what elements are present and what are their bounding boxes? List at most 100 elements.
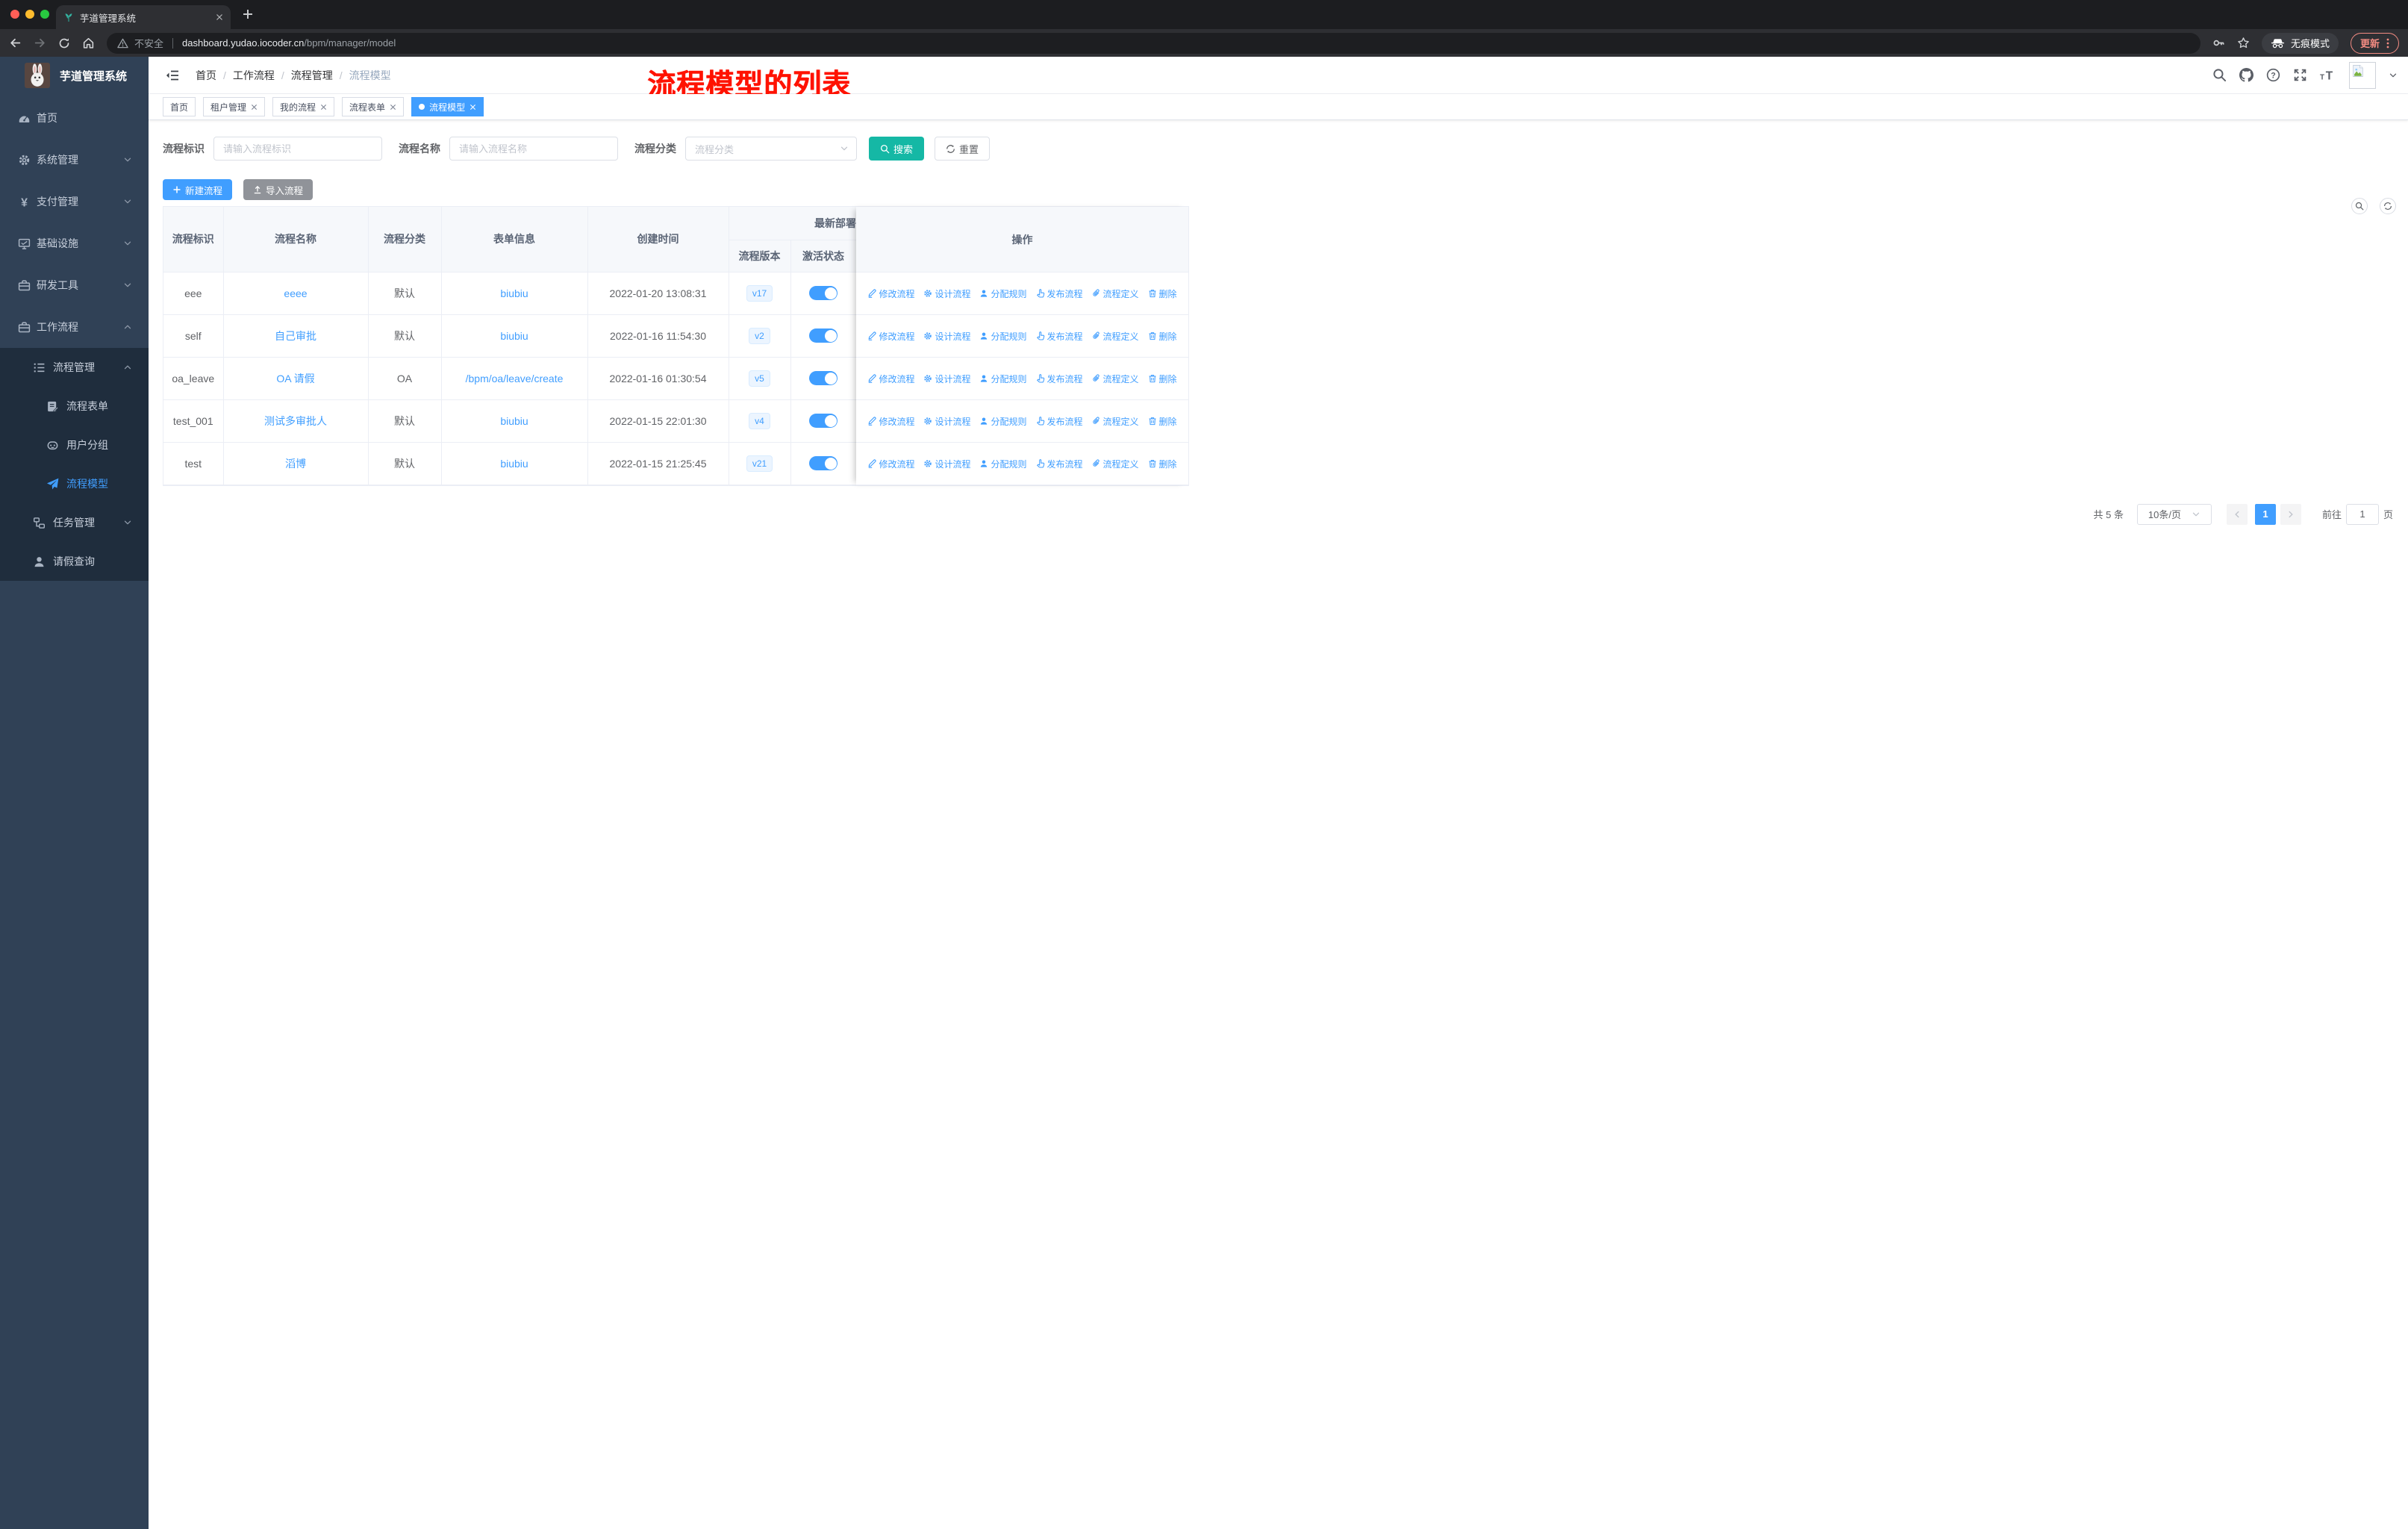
sidebar-item-devtools[interactable]: 研发工具 xyxy=(0,264,149,306)
search-button[interactable]: 搜索 xyxy=(869,137,925,161)
action-delete-link[interactable]: 删除 xyxy=(1148,415,1177,428)
status-toggle[interactable] xyxy=(809,286,838,300)
breadcrumb-item[interactable]: 首页 xyxy=(196,68,216,83)
avatar[interactable] xyxy=(2349,61,2376,89)
action-delete-link[interactable]: 删除 xyxy=(1148,287,1177,300)
search-icon[interactable] xyxy=(2212,68,2227,82)
close-icon[interactable] xyxy=(470,104,476,110)
action-assign-link[interactable]: 分配规则 xyxy=(979,415,1027,428)
action-modify-link[interactable]: 修改流程 xyxy=(867,287,914,300)
tag-tenant[interactable]: 租户管理 xyxy=(203,97,266,116)
breadcrumb-item[interactable]: 流程管理 xyxy=(291,68,333,83)
reload-icon[interactable] xyxy=(58,37,70,49)
address-bar[interactable]: 不安全 dashboard.yudao.iocoder.cn/bpm/manag… xyxy=(107,32,2200,54)
new-tab-button[interactable] xyxy=(242,8,254,20)
breadcrumb-item[interactable]: 工作流程 xyxy=(233,68,275,83)
sidebar-item-user-group[interactable]: 用户分组 xyxy=(0,426,149,464)
create-process-button[interactable]: 新建流程 xyxy=(163,179,233,200)
close-icon[interactable] xyxy=(320,104,327,110)
fullscreen-icon[interactable] xyxy=(2293,68,2307,82)
action-assign-link[interactable]: 分配规则 xyxy=(979,287,1027,300)
toggle-search-button[interactable] xyxy=(2351,198,2368,214)
action-publish-link[interactable]: 发布流程 xyxy=(1036,330,1083,343)
bookmark-star-icon[interactable] xyxy=(2237,37,2250,49)
reset-button[interactable]: 重置 xyxy=(935,137,991,161)
import-process-button[interactable]: 导入流程 xyxy=(243,179,314,200)
process-name-link[interactable]: eeee xyxy=(284,287,307,299)
page-size-select[interactable]: 10条/页 xyxy=(2136,503,2212,525)
font-size-icon[interactable]: TT xyxy=(2320,68,2336,82)
status-toggle[interactable] xyxy=(809,328,838,343)
action-publish-link[interactable]: 发布流程 xyxy=(1036,373,1083,385)
browser-tab[interactable]: 芋道管理系统 xyxy=(56,5,231,29)
browser-update-button[interactable]: 更新 xyxy=(2350,32,2399,54)
action-definition-link[interactable]: 流程定义 xyxy=(1092,458,1139,470)
tag-process-form[interactable]: 流程表单 xyxy=(342,97,405,116)
sidebar-fold-icon[interactable] xyxy=(166,69,179,81)
browser-menu-icon[interactable] xyxy=(2386,38,2389,49)
process-name-link[interactable]: OA 请假 xyxy=(276,373,314,384)
forward-icon[interactable] xyxy=(34,37,46,49)
action-assign-link[interactable]: 分配规则 xyxy=(979,458,1027,470)
form-info-link[interactable]: biubiu xyxy=(500,458,528,470)
tag-home[interactable]: 首页 xyxy=(163,97,196,116)
process-name-link[interactable]: 自己审批 xyxy=(275,330,316,342)
action-delete-link[interactable]: 删除 xyxy=(1148,458,1177,470)
sidebar-item-system[interactable]: 系统管理 xyxy=(0,139,149,181)
action-definition-link[interactable]: 流程定义 xyxy=(1092,287,1139,300)
sidebar-item-process-manage[interactable]: 流程管理 xyxy=(0,348,149,387)
action-assign-link[interactable]: 分配规则 xyxy=(979,373,1027,385)
action-modify-link[interactable]: 修改流程 xyxy=(867,458,914,470)
action-modify-link[interactable]: 修改流程 xyxy=(867,373,914,385)
category-select[interactable]: 流程分类 xyxy=(685,137,857,161)
page-number-button[interactable]: 1 xyxy=(2254,503,2276,525)
sidebar-item-payment[interactable]: ¥ 支付管理 xyxy=(0,181,149,222)
action-modify-link[interactable]: 修改流程 xyxy=(867,415,914,428)
app-logo[interactable]: 芋道管理系统 xyxy=(0,57,149,94)
help-icon[interactable]: ? xyxy=(2266,68,2280,82)
form-info-link[interactable]: biubiu xyxy=(500,287,528,299)
process-name-input[interactable] xyxy=(449,137,618,161)
sidebar-item-infrastructure[interactable]: 基础设施 xyxy=(0,222,149,264)
sidebar-item-process-model[interactable]: 流程模型 xyxy=(0,464,149,503)
action-design-link[interactable]: 设计流程 xyxy=(923,330,970,343)
action-delete-link[interactable]: 删除 xyxy=(1148,330,1177,343)
action-publish-link[interactable]: 发布流程 xyxy=(1036,415,1083,428)
action-definition-link[interactable]: 流程定义 xyxy=(1092,373,1139,385)
sidebar-item-leave-query[interactable]: 请假查询 xyxy=(0,542,149,581)
home-icon[interactable] xyxy=(82,37,95,49)
key-icon[interactable] xyxy=(2212,37,2225,49)
sidebar-item-workflow[interactable]: 工作流程 xyxy=(0,306,149,348)
refresh-table-button[interactable] xyxy=(2380,198,2396,214)
status-toggle[interactable] xyxy=(809,371,838,385)
tag-process-model[interactable]: 流程模型 xyxy=(411,97,484,116)
action-design-link[interactable]: 设计流程 xyxy=(923,458,970,470)
process-key-input[interactable] xyxy=(213,137,382,161)
status-toggle[interactable] xyxy=(809,414,838,428)
avatar-caret-icon[interactable] xyxy=(2389,71,2398,80)
back-icon[interactable] xyxy=(9,37,22,49)
action-delete-link[interactable]: 删除 xyxy=(1148,373,1177,385)
action-modify-link[interactable]: 修改流程 xyxy=(867,330,914,343)
window-close-button[interactable] xyxy=(10,10,19,19)
sidebar-item-home[interactable]: 首页 xyxy=(0,97,149,139)
window-zoom-button[interactable] xyxy=(40,10,49,19)
goto-page-input[interactable] xyxy=(2345,503,2379,525)
process-name-link[interactable]: 滔博 xyxy=(285,458,306,470)
action-definition-link[interactable]: 流程定义 xyxy=(1092,330,1139,343)
tag-my-process[interactable]: 我的流程 xyxy=(272,97,335,116)
github-icon[interactable] xyxy=(2239,68,2253,82)
form-info-link[interactable]: /bpm/oa/leave/create xyxy=(466,373,564,384)
status-toggle[interactable] xyxy=(809,456,838,470)
form-info-link[interactable]: biubiu xyxy=(500,330,528,342)
close-icon[interactable] xyxy=(390,104,396,110)
action-assign-link[interactable]: 分配规则 xyxy=(979,330,1027,343)
action-design-link[interactable]: 设计流程 xyxy=(923,415,970,428)
process-name-link[interactable]: 测试多审批人 xyxy=(264,415,327,427)
sidebar-item-task-manage[interactable]: 任务管理 xyxy=(0,503,149,542)
prev-page-button[interactable] xyxy=(2226,503,2248,525)
action-design-link[interactable]: 设计流程 xyxy=(923,287,970,300)
action-definition-link[interactable]: 流程定义 xyxy=(1092,415,1139,428)
action-design-link[interactable]: 设计流程 xyxy=(923,373,970,385)
close-icon[interactable] xyxy=(251,104,258,110)
